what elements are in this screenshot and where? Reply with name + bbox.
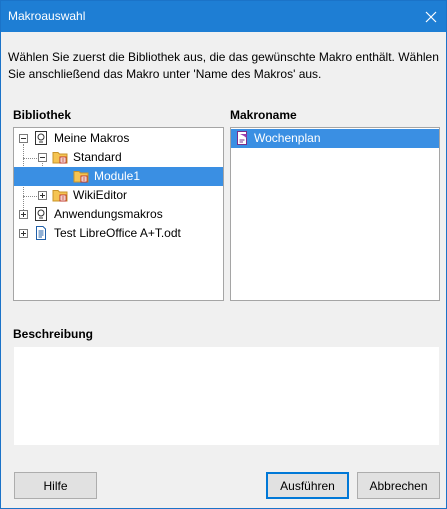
library-icon <box>33 206 49 222</box>
tree-item-label: Anwendungsmakros <box>54 207 163 221</box>
tree-item-meine-makros[interactable]: Meine Makros <box>14 129 223 148</box>
title-bar: Makroauswahl <box>1 1 446 32</box>
tree-item-document[interactable]: Test LibreOffice A+T.odt <box>14 224 223 243</box>
library-tree[interactable]: Meine Makros Standard Module1 WikiEditor… <box>13 127 224 301</box>
window-title: Makroauswahl <box>8 9 86 23</box>
collapse-toggle[interactable] <box>38 153 47 162</box>
expand-toggle[interactable] <box>19 229 28 238</box>
tree-item-module1[interactable]: Module1 <box>14 167 223 186</box>
macro-item-wochenplan[interactable]: Wochenplan <box>231 129 439 148</box>
run-button[interactable]: Ausführen <box>266 472 349 499</box>
description-box <box>14 347 439 445</box>
cancel-button[interactable]: Abbrechen <box>357 472 440 499</box>
tree-item-anwendungsmakros[interactable]: Anwendungsmakros <box>14 205 223 224</box>
description-label: Beschreibung <box>13 327 94 341</box>
tree-item-standard[interactable]: Standard <box>14 148 223 167</box>
expand-toggle[interactable] <box>38 191 47 200</box>
folder-icon <box>52 149 68 165</box>
close-icon <box>425 11 437 22</box>
macro-item-label: Wochenplan <box>254 131 321 145</box>
intro-text: Wählen Sie zuerst die Bibliothek aus, di… <box>8 50 439 81</box>
macro-name-label: Makroname <box>230 108 297 122</box>
macro-list[interactable]: Wochenplan <box>230 127 440 301</box>
tree-item-label: Test LibreOffice A+T.odt <box>54 226 181 240</box>
macro-selector-dialog: Makroauswahl Wählen Sie zuerst die Bibli… <box>0 0 447 509</box>
library-label: Bibliothek <box>13 108 72 122</box>
document-icon <box>33 225 49 241</box>
help-button[interactable]: Hilfe <box>14 472 97 499</box>
tree-item-wikieditor[interactable]: WikiEditor <box>14 186 223 205</box>
tree-item-label: Standard <box>73 150 122 164</box>
tree-item-label: Meine Makros <box>54 131 130 145</box>
macro-icon <box>234 130 250 146</box>
collapse-toggle[interactable] <box>19 134 28 143</box>
folder-icon <box>52 187 68 203</box>
module-folder-icon <box>73 168 89 184</box>
expand-toggle[interactable] <box>19 210 28 219</box>
close-button[interactable] <box>416 1 446 32</box>
tree-item-label: Module1 <box>94 169 141 183</box>
tree-item-label: WikiEditor <box>73 188 128 202</box>
library-icon <box>33 130 49 146</box>
